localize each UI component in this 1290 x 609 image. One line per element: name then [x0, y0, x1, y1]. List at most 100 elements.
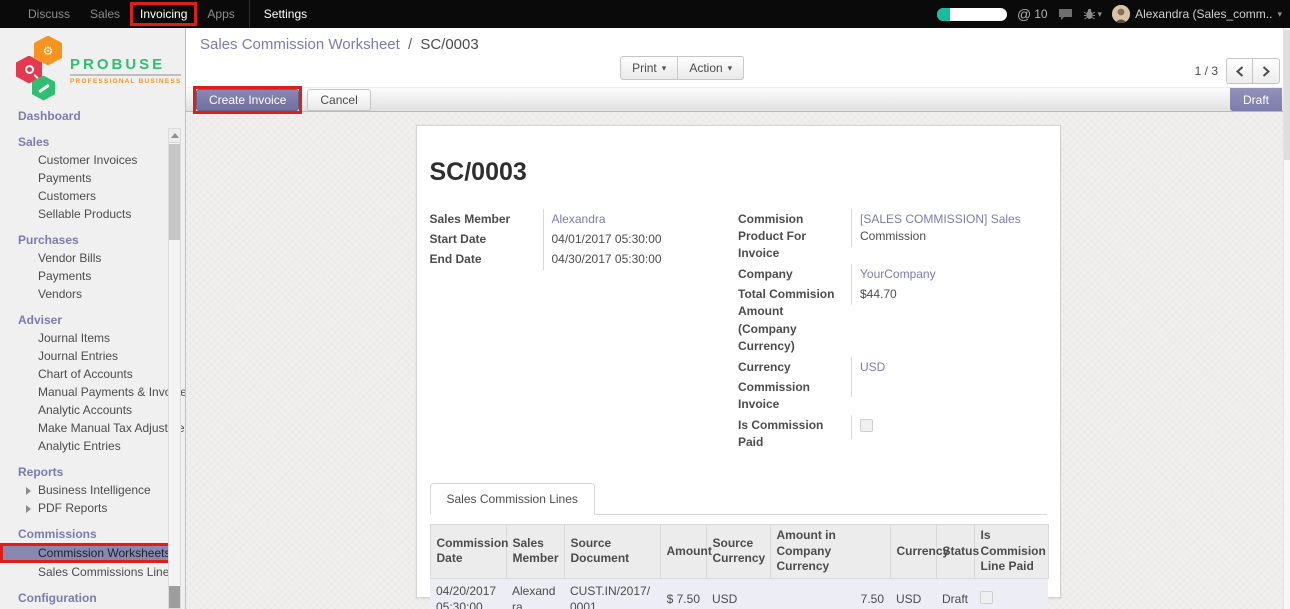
sidebar-item-sales-commissions-lines[interactable]: Sales Commissions Lines [0, 563, 185, 581]
cell-status[interactable]: Draft [936, 578, 974, 609]
column-header-is-commission-line-paid[interactable]: Is Commision Line Paid [974, 525, 1048, 579]
sidebar-section-commissions[interactable]: Commissions [0, 526, 185, 543]
sidebar-item-customers[interactable]: Customers [0, 187, 185, 205]
sidebar-section-sales[interactable]: Sales [0, 134, 185, 151]
at-icon: @ [1017, 6, 1031, 22]
field-group-left: Sales Member Alexandra Start Date 04/01/… [430, 209, 739, 453]
mention-count: 10 [1034, 7, 1047, 21]
sidebar-item-payments-purchases[interactable]: Payments [0, 267, 185, 285]
sidebar-section-configuration[interactable]: Configuration [0, 590, 185, 607]
sidebar-item-business-intelligence[interactable]: Business Intelligence [0, 481, 185, 499]
sidebar-item-journal-items[interactable]: Journal Items [0, 329, 185, 347]
sidebar-item-commission-worksheets[interactable]: Commission Worksheets [0, 543, 172, 563]
end-date-value: 04/30/2017 05:30:00 [543, 250, 739, 270]
currency-link[interactable]: USD [860, 360, 885, 374]
sidebar-item-sellable-products[interactable]: Sellable Products [0, 205, 185, 223]
tab-sales-commission-lines[interactable]: Sales Commission Lines [430, 483, 595, 515]
sales-member-link[interactable]: Alexandra [552, 212, 606, 226]
column-header-currency[interactable]: Currency [890, 525, 936, 579]
column-header-source-currency[interactable]: Source Currency [706, 525, 770, 579]
total-commission-value: $44.70 [851, 285, 1045, 305]
sidebar-item-customer-invoices[interactable]: Customer Invoices [0, 151, 185, 169]
sidebar-item-journal-entries[interactable]: Journal Entries [0, 347, 185, 365]
is-commission-paid-checkbox[interactable] [860, 419, 873, 432]
menu-discuss[interactable]: Discuss [18, 0, 80, 28]
user-menu[interactable]: Alexandra (Sales_comm.. ▾ [1112, 5, 1282, 23]
cell-source[interactable]: CUST.IN/2017/0001 [564, 578, 660, 609]
create-invoice-highlight: Create Invoice [193, 86, 302, 114]
notebook: Sales Commission Lines Commission Date S… [430, 483, 1047, 609]
column-header-amount-company-currency[interactable]: Amount in Company Currency [770, 525, 890, 579]
chevron-right-icon [1262, 66, 1270, 77]
line-paid-checkbox[interactable] [980, 591, 993, 604]
sidebar-scrollbar[interactable] [168, 128, 181, 609]
column-header-sales-member[interactable]: Sales Member [506, 525, 564, 579]
pager-next-button[interactable] [1253, 58, 1280, 84]
menu-apps[interactable]: Apps [197, 0, 244, 28]
sidebar-section-purchases[interactable]: Purchases [0, 232, 185, 249]
sidebar-item-payments-sales[interactable]: Payments [0, 169, 185, 187]
cell-source-currency[interactable]: USD [706, 578, 770, 609]
chevron-down-icon: ▾ [1277, 9, 1282, 20]
menu-invoicing[interactable]: Invoicing [130, 2, 197, 26]
create-invoice-button[interactable]: Create Invoice [196, 89, 299, 111]
sidebar-item-chart-of-accounts[interactable]: Chart of Accounts [0, 365, 185, 383]
cell-amount[interactable]: $ 7.50 [660, 578, 706, 609]
sidebar: ⚙ PROBUSE PROFESSIONAL BUSINESS Dashboar… [0, 28, 186, 609]
user-name-label: Alexandra (Sales_comm.. [1135, 7, 1272, 21]
probuse-logo: ⚙ PROBUSE PROFESSIONAL BUSINESS [0, 28, 185, 104]
pager-previous-button[interactable] [1226, 58, 1253, 84]
cell-paid[interactable] [974, 578, 1048, 609]
table-row[interactable]: 04/20/2017 05:30:00 Alexandra CUST.IN/20… [430, 578, 1048, 609]
menu-sales[interactable]: Sales [80, 0, 130, 28]
brand-tagline: PROFESSIONAL BUSINESS [70, 78, 181, 85]
breadcrumb-parent-link[interactable]: Sales Commission Worksheet [200, 36, 400, 53]
debug-bug-icon[interactable]: ▾ [1083, 8, 1103, 21]
messages-icon[interactable] [1058, 8, 1073, 21]
column-header-source-document[interactable]: Source Document [564, 525, 660, 579]
cancel-button[interactable]: Cancel [307, 89, 370, 111]
brand-name: PROBUSE [70, 56, 181, 76]
menu-settings[interactable]: Settings [254, 0, 317, 28]
sidebar-item-vendor-bills[interactable]: Vendor Bills [0, 249, 185, 267]
form-background: SC/0003 Sales Member Alexandra Start Dat… [186, 112, 1290, 609]
column-header-commission-date[interactable]: Commission Date [430, 525, 506, 579]
action-button[interactable]: Action▾ [678, 56, 744, 80]
print-button[interactable]: Print▾ [620, 56, 678, 80]
sidebar-item-pdf-reports[interactable]: PDF Reports [0, 499, 185, 517]
top-navbar: Discuss Sales Invoicing Apps Settings @ … [0, 0, 1290, 28]
chevron-down-icon: ▾ [662, 63, 667, 74]
window-scrollbar-thumb[interactable] [1284, 30, 1290, 160]
subscription-progress-pill[interactable] [937, 8, 1007, 21]
sidebar-item-manual-payments[interactable]: Manual Payments & Invoice... [0, 383, 185, 401]
topbar-divider [249, 0, 250, 28]
sidebar-item-dashboard[interactable]: Dashboard [0, 108, 185, 125]
mention-counter[interactable]: @ 10 [1017, 6, 1048, 22]
company-link[interactable]: YourCompany [860, 267, 936, 281]
breadcrumb-current: SC/0003 [420, 36, 478, 53]
sidebar-item-analytic-accounts[interactable]: Analytic Accounts [0, 401, 185, 419]
sidebar-item-vendors[interactable]: Vendors [0, 285, 185, 303]
control-buttons: Print▾ Action▾ [620, 56, 744, 80]
window-scrollbar[interactable] [1283, 28, 1290, 609]
sidebar-section-reports[interactable]: Reports [0, 464, 185, 481]
sidebar-section-adviser[interactable]: Adviser [0, 312, 185, 329]
field-group-right: Commision Product For Invoice [SALES COM… [738, 209, 1047, 453]
chevron-left-icon [1236, 66, 1244, 77]
cell-member[interactable]: Alexandra [506, 578, 564, 609]
breadcrumb-separator: / [408, 36, 412, 53]
cell-currency[interactable]: USD [890, 578, 936, 609]
field-groups: Sales Member Alexandra Start Date 04/01/… [430, 209, 1047, 453]
cell-date[interactable]: 04/20/2017 05:30:00 [430, 578, 506, 609]
scrollbar-thumb[interactable] [169, 144, 180, 240]
sidebar-item-analytic-entries[interactable]: Analytic Entries [0, 437, 185, 455]
field-label-commission-invoice: Commission Invoice [738, 378, 851, 416]
scroll-down-arrow-icon[interactable] [169, 586, 180, 608]
column-header-amount[interactable]: Amount [660, 525, 706, 579]
topbar-systray: @ 10 ▾ [937, 5, 1282, 23]
cell-amount-company[interactable]: 7.50 [770, 578, 890, 609]
breadcrumb: Sales Commission Worksheet / SC/0003 [200, 36, 1276, 53]
sidebar-item-manual-tax-adjustment[interactable]: Make Manual Tax Adjustme... [0, 419, 185, 437]
scroll-up-arrow-icon[interactable] [169, 129, 180, 143]
commission-product-link[interactable]: [SALES COMMISSION] Sales [860, 212, 1021, 226]
